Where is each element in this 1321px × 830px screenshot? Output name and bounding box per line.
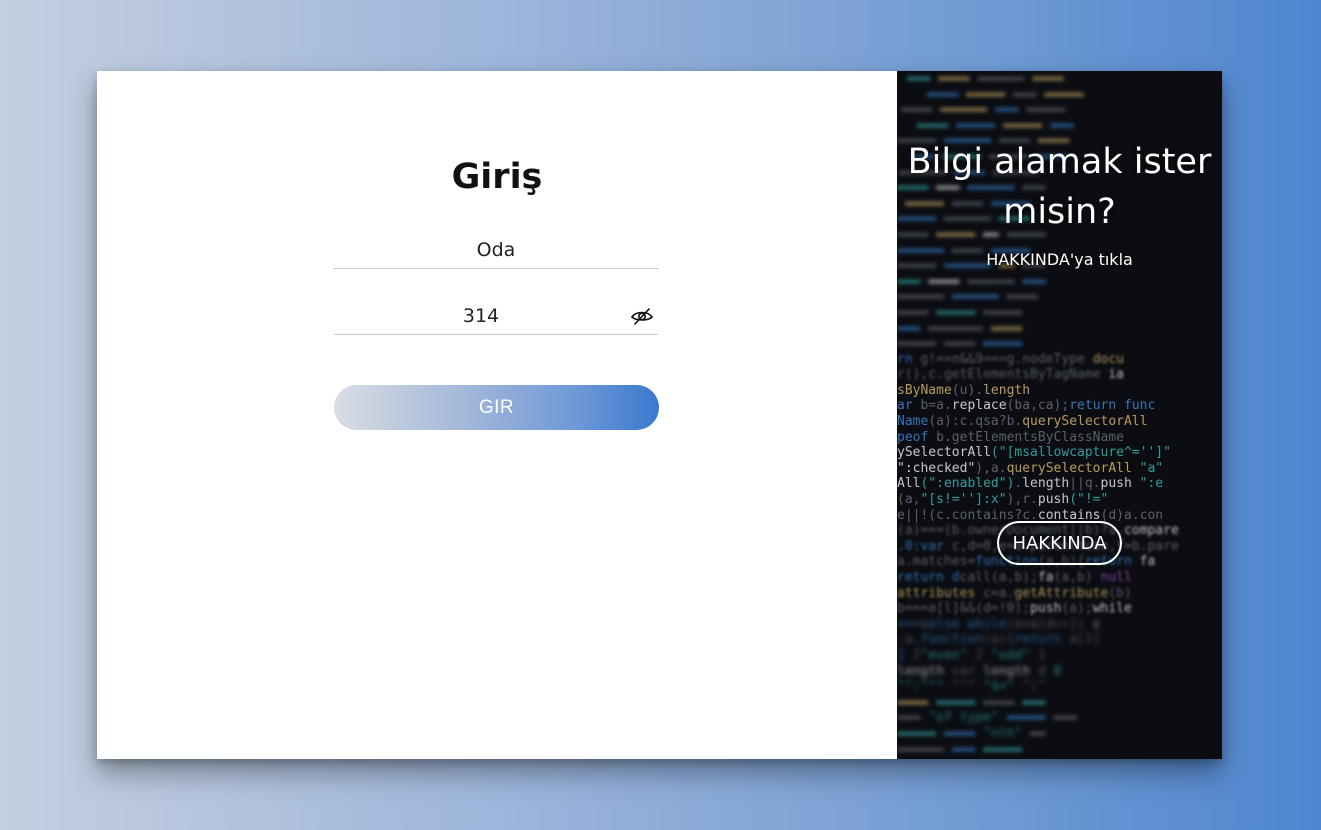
- login-title: Giriş: [451, 157, 543, 197]
- code-input[interactable]: [334, 298, 658, 334]
- info-subtitle: HAKKINDA'ya tıkla: [986, 250, 1133, 269]
- info-panel: ▬▬▬ ▬▬▬▬ ▬▬▬▬▬▬ ▬▬▬▬ ▬▬▬▬ ▬▬▬▬▬ ▬▬▬ ▬▬▬▬…: [897, 71, 1222, 759]
- submit-button[interactable]: GIR: [334, 385, 659, 430]
- info-title: Bilgi alamak ister misin?: [907, 142, 1212, 232]
- room-input[interactable]: [334, 232, 658, 268]
- eye-off-icon[interactable]: [630, 304, 654, 328]
- login-card: Giriş GIR ▬▬▬ ▬▬▬▬ ▬▬▬▬▬▬ ▬▬▬▬ ▬▬▬▬ ▬▬▬▬…: [97, 71, 1222, 759]
- about-button[interactable]: HAKKINDA: [997, 521, 1122, 565]
- login-panel: Giriş GIR: [97, 71, 897, 759]
- code-field-wrapper: [334, 298, 658, 335]
- room-field-wrapper: [334, 232, 658, 269]
